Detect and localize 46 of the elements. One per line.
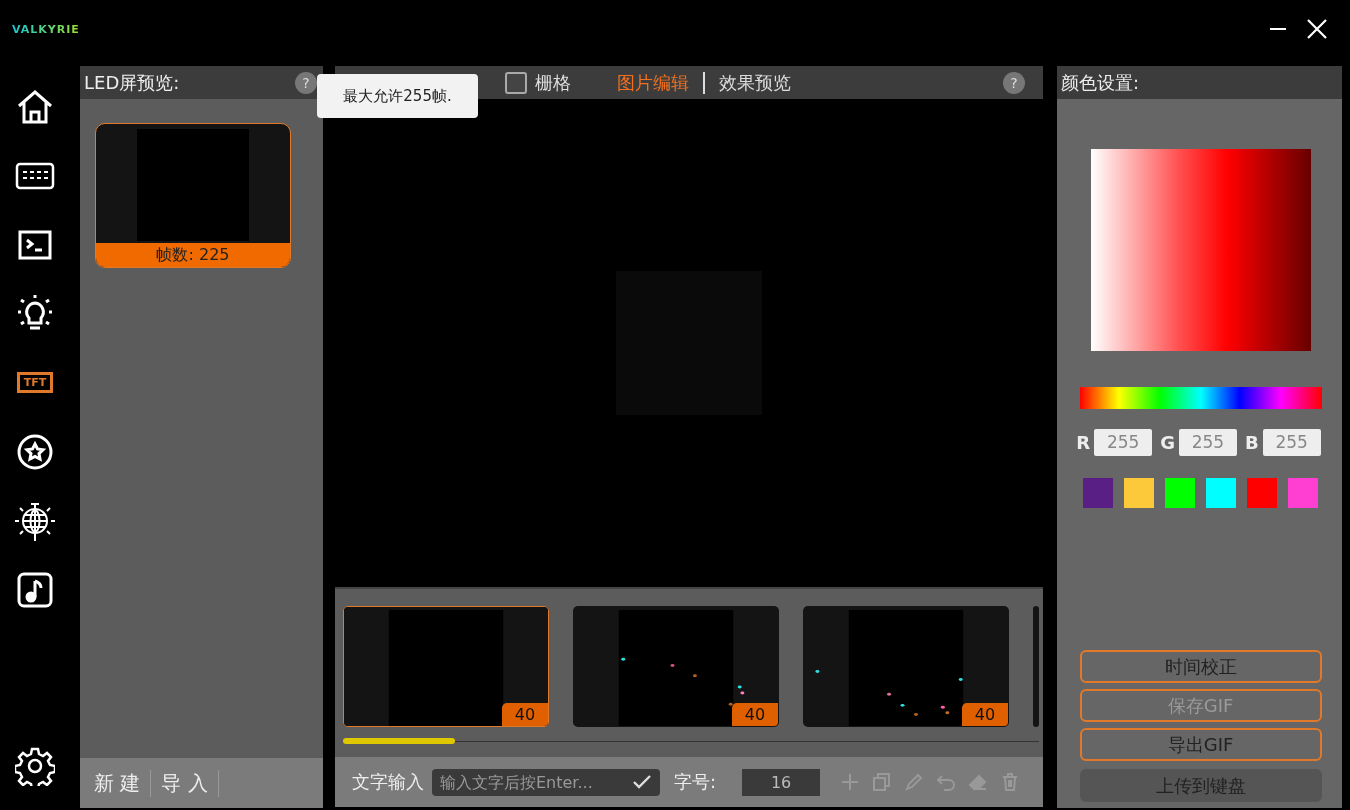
help-button[interactable]: ? [295, 71, 317, 94]
font-size-label: 字号: [674, 770, 717, 794]
color-swatch[interactable] [1206, 478, 1236, 508]
text-input-label: 文字输入 [352, 770, 424, 794]
frame-thumbnail[interactable]: 40 [803, 606, 1009, 727]
channel-field[interactable]: 255 [1178, 429, 1237, 456]
close-icon[interactable] [1306, 18, 1328, 40]
frame-thumbnail[interactable]: 40 [343, 606, 549, 727]
text-input-field[interactable]: 输入文字后按Enter... [432, 768, 660, 796]
frame-duration: 40 [732, 703, 778, 726]
footer-button[interactable]: 新 建 [94, 769, 152, 797]
check-icon[interactable] [632, 774, 652, 790]
channel-field[interactable]: 255 [1262, 429, 1321, 456]
color-swatch[interactable] [1288, 478, 1318, 508]
color-swatch[interactable] [1083, 478, 1113, 508]
color-picker-area[interactable] [1090, 149, 1311, 351]
hue-spectrum-bar[interactable] [1079, 387, 1322, 409]
tooltip: 最大允许255帧. [317, 74, 478, 118]
scrollbar[interactable] [343, 741, 1039, 742]
channel-field[interactable]: 255 [1094, 429, 1153, 456]
channel-label: G [1160, 432, 1175, 453]
checkbox-label: 栅格 [535, 70, 571, 95]
frame-count: 帧数: 225 [96, 243, 290, 267]
panel-title: LED屏预览: [84, 70, 180, 95]
action-button[interactable]: 导出GIF [1079, 728, 1322, 761]
settings-icon[interactable] [15, 746, 55, 786]
tft-button[interactable]: TFT [10, 348, 60, 417]
action-button[interactable]: 时间校正 [1079, 650, 1322, 683]
footer-button[interactable]: 导 入 [161, 769, 219, 797]
frame-duration: 40 [962, 703, 1008, 726]
color-swatch[interactable] [1124, 478, 1154, 508]
channel-label: B [1244, 432, 1259, 453]
font-size-field[interactable]: 16 [742, 768, 821, 796]
frame-thumbnail[interactable]: 40 [573, 606, 779, 727]
channel-label: R [1076, 432, 1091, 453]
checkbox[interactable] [505, 71, 527, 94]
panel-title: 颜色设置: [1061, 70, 1140, 95]
preview-card[interactable]: 帧数: 225 [95, 123, 291, 268]
color-swatch[interactable] [1247, 478, 1277, 508]
brand-logo: VALKYRIE [12, 23, 80, 36]
tab[interactable]: 图片编辑 [617, 70, 689, 95]
frame-duration: 40 [502, 703, 548, 726]
help-button[interactable]: ? [1003, 71, 1025, 94]
frame-thumbnail[interactable] [1033, 606, 1039, 727]
tab[interactable]: 效果预览 [719, 70, 791, 95]
color-swatch[interactable] [1165, 478, 1195, 508]
